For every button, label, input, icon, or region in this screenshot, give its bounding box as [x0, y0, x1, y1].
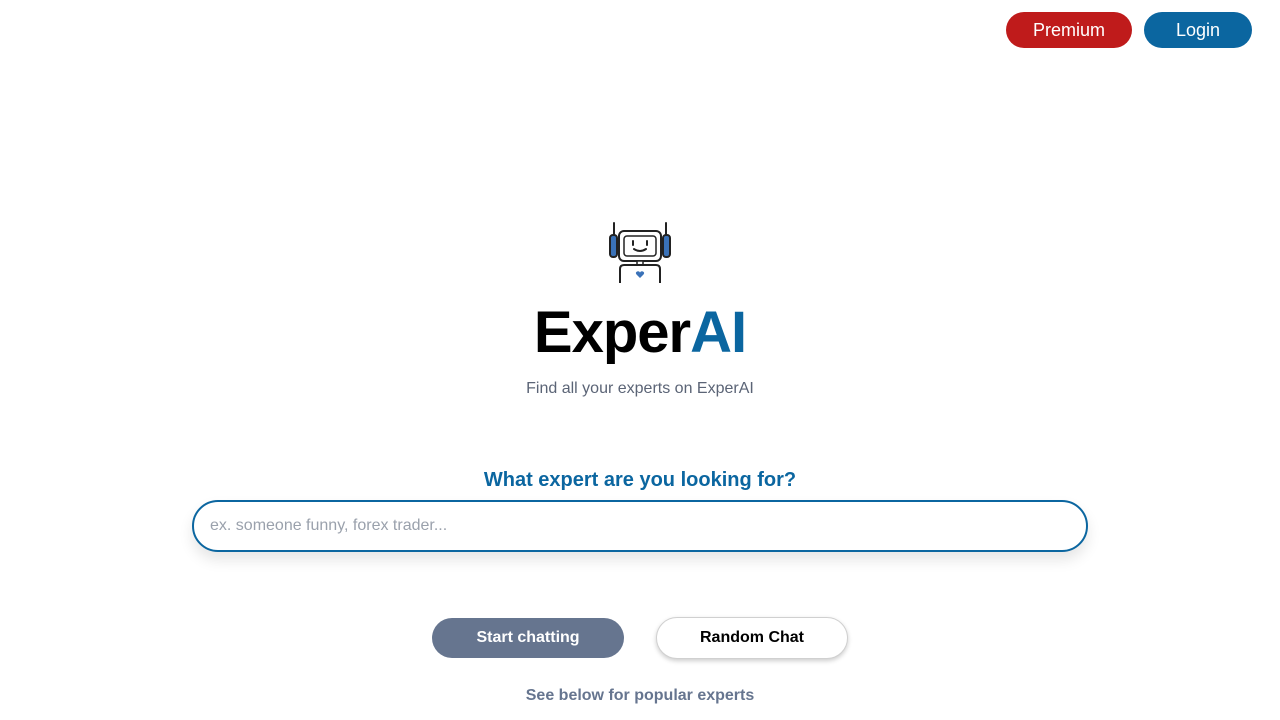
tagline: Find all your experts on ExperAI [526, 380, 754, 397]
action-buttons: Start chatting Random Chat [0, 617, 1280, 659]
brand-title: ExperAI [0, 298, 1280, 368]
brand-name-part2: AI [690, 300, 747, 365]
start-chatting-button[interactable]: Start chatting [432, 618, 624, 658]
search-input[interactable] [194, 502, 1086, 550]
login-button[interactable]: Login [1144, 12, 1252, 48]
search-box [192, 500, 1088, 552]
robot-icon [608, 221, 672, 285]
search-prompt: What expert are you looking for? [483, 469, 797, 491]
brand-name-part1: Exper [533, 300, 691, 365]
popular-experts-hint: See below for popular experts [525, 687, 755, 704]
top-nav: Premium Login [1006, 12, 1252, 48]
landing-page: Premium Login ExperAI Find all your expe… [0, 0, 1280, 720]
random-chat-button[interactable]: Random Chat [656, 617, 848, 659]
premium-button[interactable]: Premium [1006, 12, 1132, 48]
